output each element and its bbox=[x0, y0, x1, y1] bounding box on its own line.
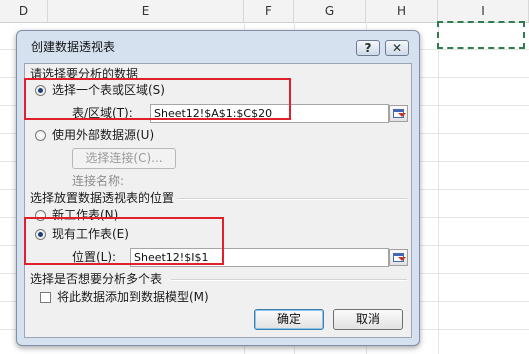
section-label-multiple-tables: 选择是否想要分析多个表 bbox=[30, 272, 163, 286]
section-divider bbox=[171, 279, 407, 281]
collapse-arrow-icon bbox=[398, 257, 406, 261]
ok-button[interactable]: 确定 bbox=[254, 309, 324, 330]
highlight-box-location bbox=[24, 217, 224, 265]
table-range-collapse-button[interactable] bbox=[389, 105, 408, 122]
section-label-placement: 选择放置数据透视表的位置 bbox=[30, 191, 175, 205]
cancel-button[interactable]: 取消 bbox=[333, 309, 403, 330]
choose-connection-button[interactable]: 选择连接(C)... bbox=[72, 148, 176, 169]
column-header-g[interactable]: G bbox=[294, 0, 366, 22]
add-to-data-model-checkbox[interactable] bbox=[40, 292, 51, 303]
column-header-f[interactable]: F bbox=[244, 0, 294, 22]
collapse-arrow-icon bbox=[398, 113, 406, 117]
close-button[interactable]: ✕ bbox=[385, 40, 409, 56]
help-button[interactable]: ? bbox=[356, 40, 380, 56]
location-collapse-button[interactable] bbox=[389, 249, 408, 266]
column-header-i[interactable]: I bbox=[438, 0, 529, 22]
add-to-data-model-label[interactable]: 将此数据添加到数据模型(M) bbox=[57, 290, 209, 304]
column-header-h[interactable]: H bbox=[366, 0, 438, 22]
grid-line bbox=[438, 22, 439, 354]
section-divider bbox=[177, 198, 407, 200]
column-header-d[interactable]: D bbox=[0, 0, 48, 22]
selected-cell-marquee[interactable] bbox=[437, 21, 525, 49]
radio-external-source[interactable] bbox=[35, 130, 46, 141]
radio-external-source-label[interactable]: 使用外部数据源(U) bbox=[52, 128, 154, 142]
connection-name-label: 连接名称: bbox=[72, 174, 125, 188]
column-header-e[interactable]: E bbox=[48, 0, 244, 22]
highlight-box-range bbox=[24, 78, 291, 120]
dialog-title: 创建数据透视表 bbox=[31, 40, 116, 54]
